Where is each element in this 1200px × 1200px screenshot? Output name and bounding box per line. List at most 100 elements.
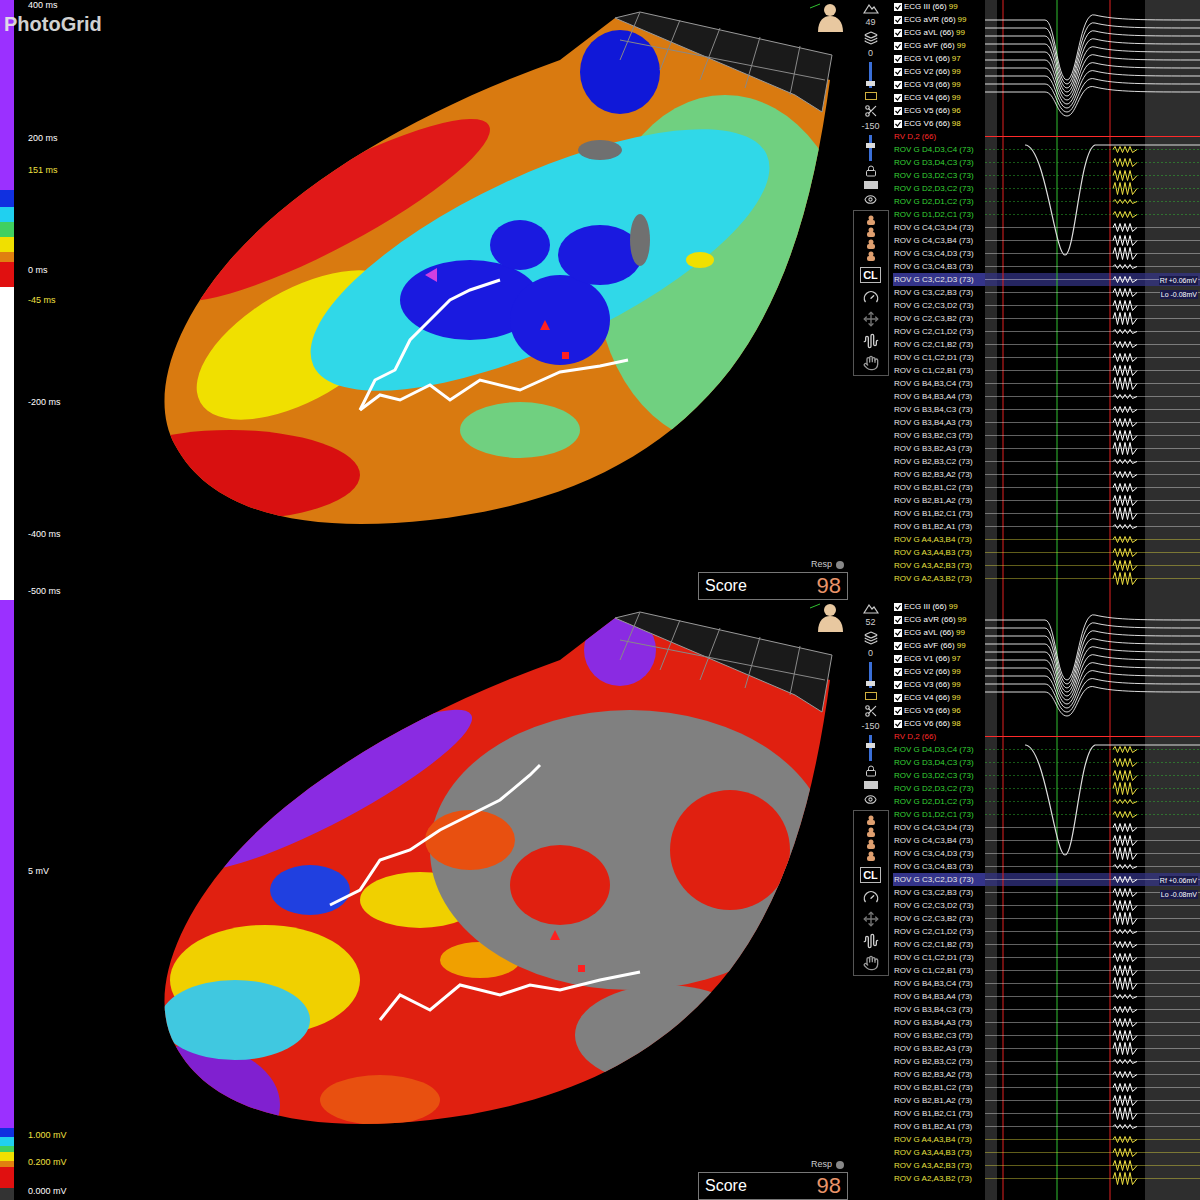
scissors-icon[interactable] — [864, 104, 878, 118]
channel-checkbox[interactable] — [894, 68, 902, 76]
torso-icon[interactable] — [864, 815, 878, 825]
export-icon[interactable] — [865, 692, 877, 700]
channel-row[interactable]: ROV G B3,B2,A3 (73) — [893, 1042, 985, 1055]
channel-checkbox[interactable] — [894, 603, 902, 611]
channel-checkbox[interactable] — [894, 55, 902, 63]
channel-row[interactable]: ECG V3 (66)99 — [893, 78, 985, 91]
dropdown-icon[interactable] — [864, 181, 878, 189]
channel-row[interactable]: ECG V5 (66)96 — [893, 704, 985, 717]
channel-row[interactable]: ROV G A3,A2,B3 (73) — [893, 559, 985, 572]
channel-row[interactable]: ECG V6 (66)98 — [893, 717, 985, 730]
channel-row[interactable]: ROV G D2,D1,C2 (73) — [893, 195, 985, 208]
torso-icon[interactable] — [864, 827, 878, 837]
channel-row[interactable]: ECG aVF (66)99 — [893, 639, 985, 652]
channel-row[interactable]: ROV G C1,C2,B1 (73) — [893, 964, 985, 977]
torso-icon[interactable] — [864, 215, 878, 225]
channel-row[interactable]: ROV G C4,C3,B4 (73) — [893, 834, 985, 847]
mountain-icon[interactable] — [863, 602, 879, 614]
channel-row[interactable]: ROV G C3,C4,B3 (73) — [893, 860, 985, 873]
slider-knob[interactable] — [866, 681, 875, 686]
channel-checkbox[interactable] — [894, 668, 902, 676]
channel-row[interactable]: ROV G C2,C1,B2 (73) — [893, 338, 985, 351]
channel-row[interactable]: ROV G B1,B2,C1 (73) — [893, 1107, 985, 1120]
channel-row[interactable]: ROV G C4,C3,B4 (73) — [893, 234, 985, 247]
dropdown-icon[interactable] — [864, 781, 878, 789]
channel-row[interactable]: ROV G B1,B2,A1 (73) — [893, 1120, 985, 1133]
channel-row[interactable]: ROV G C4,C3,D4 (73) — [893, 221, 985, 234]
channel-checkbox[interactable] — [894, 707, 902, 715]
channel-row[interactable]: ROV G B1,B2,C1 (73) — [893, 507, 985, 520]
slider-knob[interactable] — [866, 143, 875, 148]
color-scale[interactable] — [0, 0, 14, 600]
channel-row[interactable]: ROV G D3,D4,C3 (73) — [893, 156, 985, 169]
channel-row[interactable]: ROV G B1,B2,A1 (73) — [893, 520, 985, 533]
channel-row[interactable]: ROV G A4,A3,B4 (73) — [893, 533, 985, 546]
channel-row[interactable]: ROV G C1,C2,D1 (73) — [893, 951, 985, 964]
channel-row[interactable]: ROV G C3,C2,B3 (73) — [893, 286, 985, 299]
channel-row[interactable]: ROV G C2,C3,D2 (73) — [893, 299, 985, 312]
channel-row[interactable]: ROV G C3,C2,D3 (73) — [893, 873, 985, 886]
activation-map[interactable] — [0, 0, 848, 600]
channel-row[interactable]: RV D,2 (66) — [893, 730, 985, 743]
voltage-map[interactable] — [0, 600, 848, 1200]
channel-row[interactable]: ECG aVF (66)99 — [893, 39, 985, 52]
layers-icon[interactable] — [864, 31, 878, 45]
move-icon[interactable] — [863, 311, 879, 327]
offset-slider[interactable] — [869, 135, 872, 161]
channel-checkbox[interactable] — [894, 616, 902, 624]
zoom-slider[interactable] — [869, 662, 872, 688]
orientation-icon[interactable] — [810, 602, 846, 632]
channel-row[interactable]: ECG V5 (66)96 — [893, 104, 985, 117]
channel-checkbox[interactable] — [894, 629, 902, 637]
channel-checkbox[interactable] — [894, 29, 902, 37]
channel-row[interactable]: ROV G B3,B4,C3 (73) — [893, 403, 985, 416]
trace-area[interactable]: Rf +0.06mVLo -0.08mV — [985, 0, 1200, 600]
channel-row[interactable]: ROV G C3,C2,B3 (73) — [893, 886, 985, 899]
mountain-icon[interactable] — [863, 2, 879, 14]
channel-row[interactable]: ROV G B2,B1,A2 (73) — [893, 1094, 985, 1107]
eye-icon[interactable] — [864, 793, 877, 806]
offset-slider[interactable] — [869, 735, 872, 761]
channel-checkbox[interactable] — [894, 120, 902, 128]
waveform-icon[interactable] — [863, 333, 879, 349]
channel-row[interactable]: ROV G B2,B1,C2 (73) — [893, 1081, 985, 1094]
channel-row[interactable]: ROV G A2,A3,B2 (73) — [893, 572, 985, 585]
channel-row[interactable]: ECG V4 (66)99 — [893, 691, 985, 704]
channel-row[interactable]: ROV G D3,D4,C3 (73) — [893, 756, 985, 769]
channel-row[interactable]: ROV G A3,A4,B3 (73) — [893, 546, 985, 559]
channel-row[interactable]: ECG V1 (66)97 — [893, 52, 985, 65]
channel-row[interactable]: ROV G C1,C2,B1 (73) — [893, 364, 985, 377]
channel-row[interactable]: ROV G B3,B2,C3 (73) — [893, 1029, 985, 1042]
channel-row[interactable]: ROV G B2,B1,A2 (73) — [893, 494, 985, 507]
trace-area[interactable]: Rf +0.06mVLo -0.08mV — [985, 600, 1200, 1200]
lock-icon[interactable] — [865, 165, 877, 177]
channel-row[interactable]: ROV G C2,C1,D2 (73) — [893, 325, 985, 338]
channel-checkbox[interactable] — [894, 720, 902, 728]
torso-icon[interactable] — [864, 251, 878, 261]
channel-row[interactable]: ROV G C2,C3,B2 (73) — [893, 312, 985, 325]
signal-traces[interactable] — [985, 600, 1200, 1200]
channel-row[interactable]: ROV G B3,B2,A3 (73) — [893, 442, 985, 455]
channel-checkbox[interactable] — [894, 107, 902, 115]
channel-row[interactable]: ROV G A4,A3,B4 (73) — [893, 1133, 985, 1146]
zoom-slider[interactable] — [869, 62, 872, 88]
channel-row[interactable]: ROV G A3,A2,B3 (73) — [893, 1159, 985, 1172]
channel-row[interactable]: ROV G B3,B4,C3 (73) — [893, 1003, 985, 1016]
waveform-icon[interactable] — [863, 933, 879, 949]
channel-checkbox[interactable] — [894, 681, 902, 689]
channel-row[interactable]: ROV G D3,D2,C3 (73) — [893, 769, 985, 782]
channel-row[interactable]: ROV G B4,B3,C4 (73) — [893, 377, 985, 390]
channel-row[interactable]: ROV G C3,C4,B3 (73) — [893, 260, 985, 273]
channel-row[interactable]: ROV G C3,C2,D3 (73) — [893, 273, 985, 286]
channel-row[interactable]: ROV G C2,C3,D2 (73) — [893, 899, 985, 912]
channel-checkbox[interactable] — [894, 94, 902, 102]
channel-row[interactable]: ROV G D2,D1,C2 (73) — [893, 795, 985, 808]
cl-button[interactable]: CL — [860, 267, 881, 283]
channel-row[interactable]: ROV G B2,B3,C2 (73) — [893, 1055, 985, 1068]
channel-checkbox[interactable] — [894, 42, 902, 50]
gauge-icon[interactable] — [863, 889, 879, 905]
layers-icon[interactable] — [864, 631, 878, 645]
channel-row[interactable]: ECG V2 (66)99 — [893, 665, 985, 678]
channel-row[interactable]: ECG III (66)99 — [893, 0, 985, 13]
channel-row[interactable]: ROV G C3,C4,D3 (73) — [893, 847, 985, 860]
